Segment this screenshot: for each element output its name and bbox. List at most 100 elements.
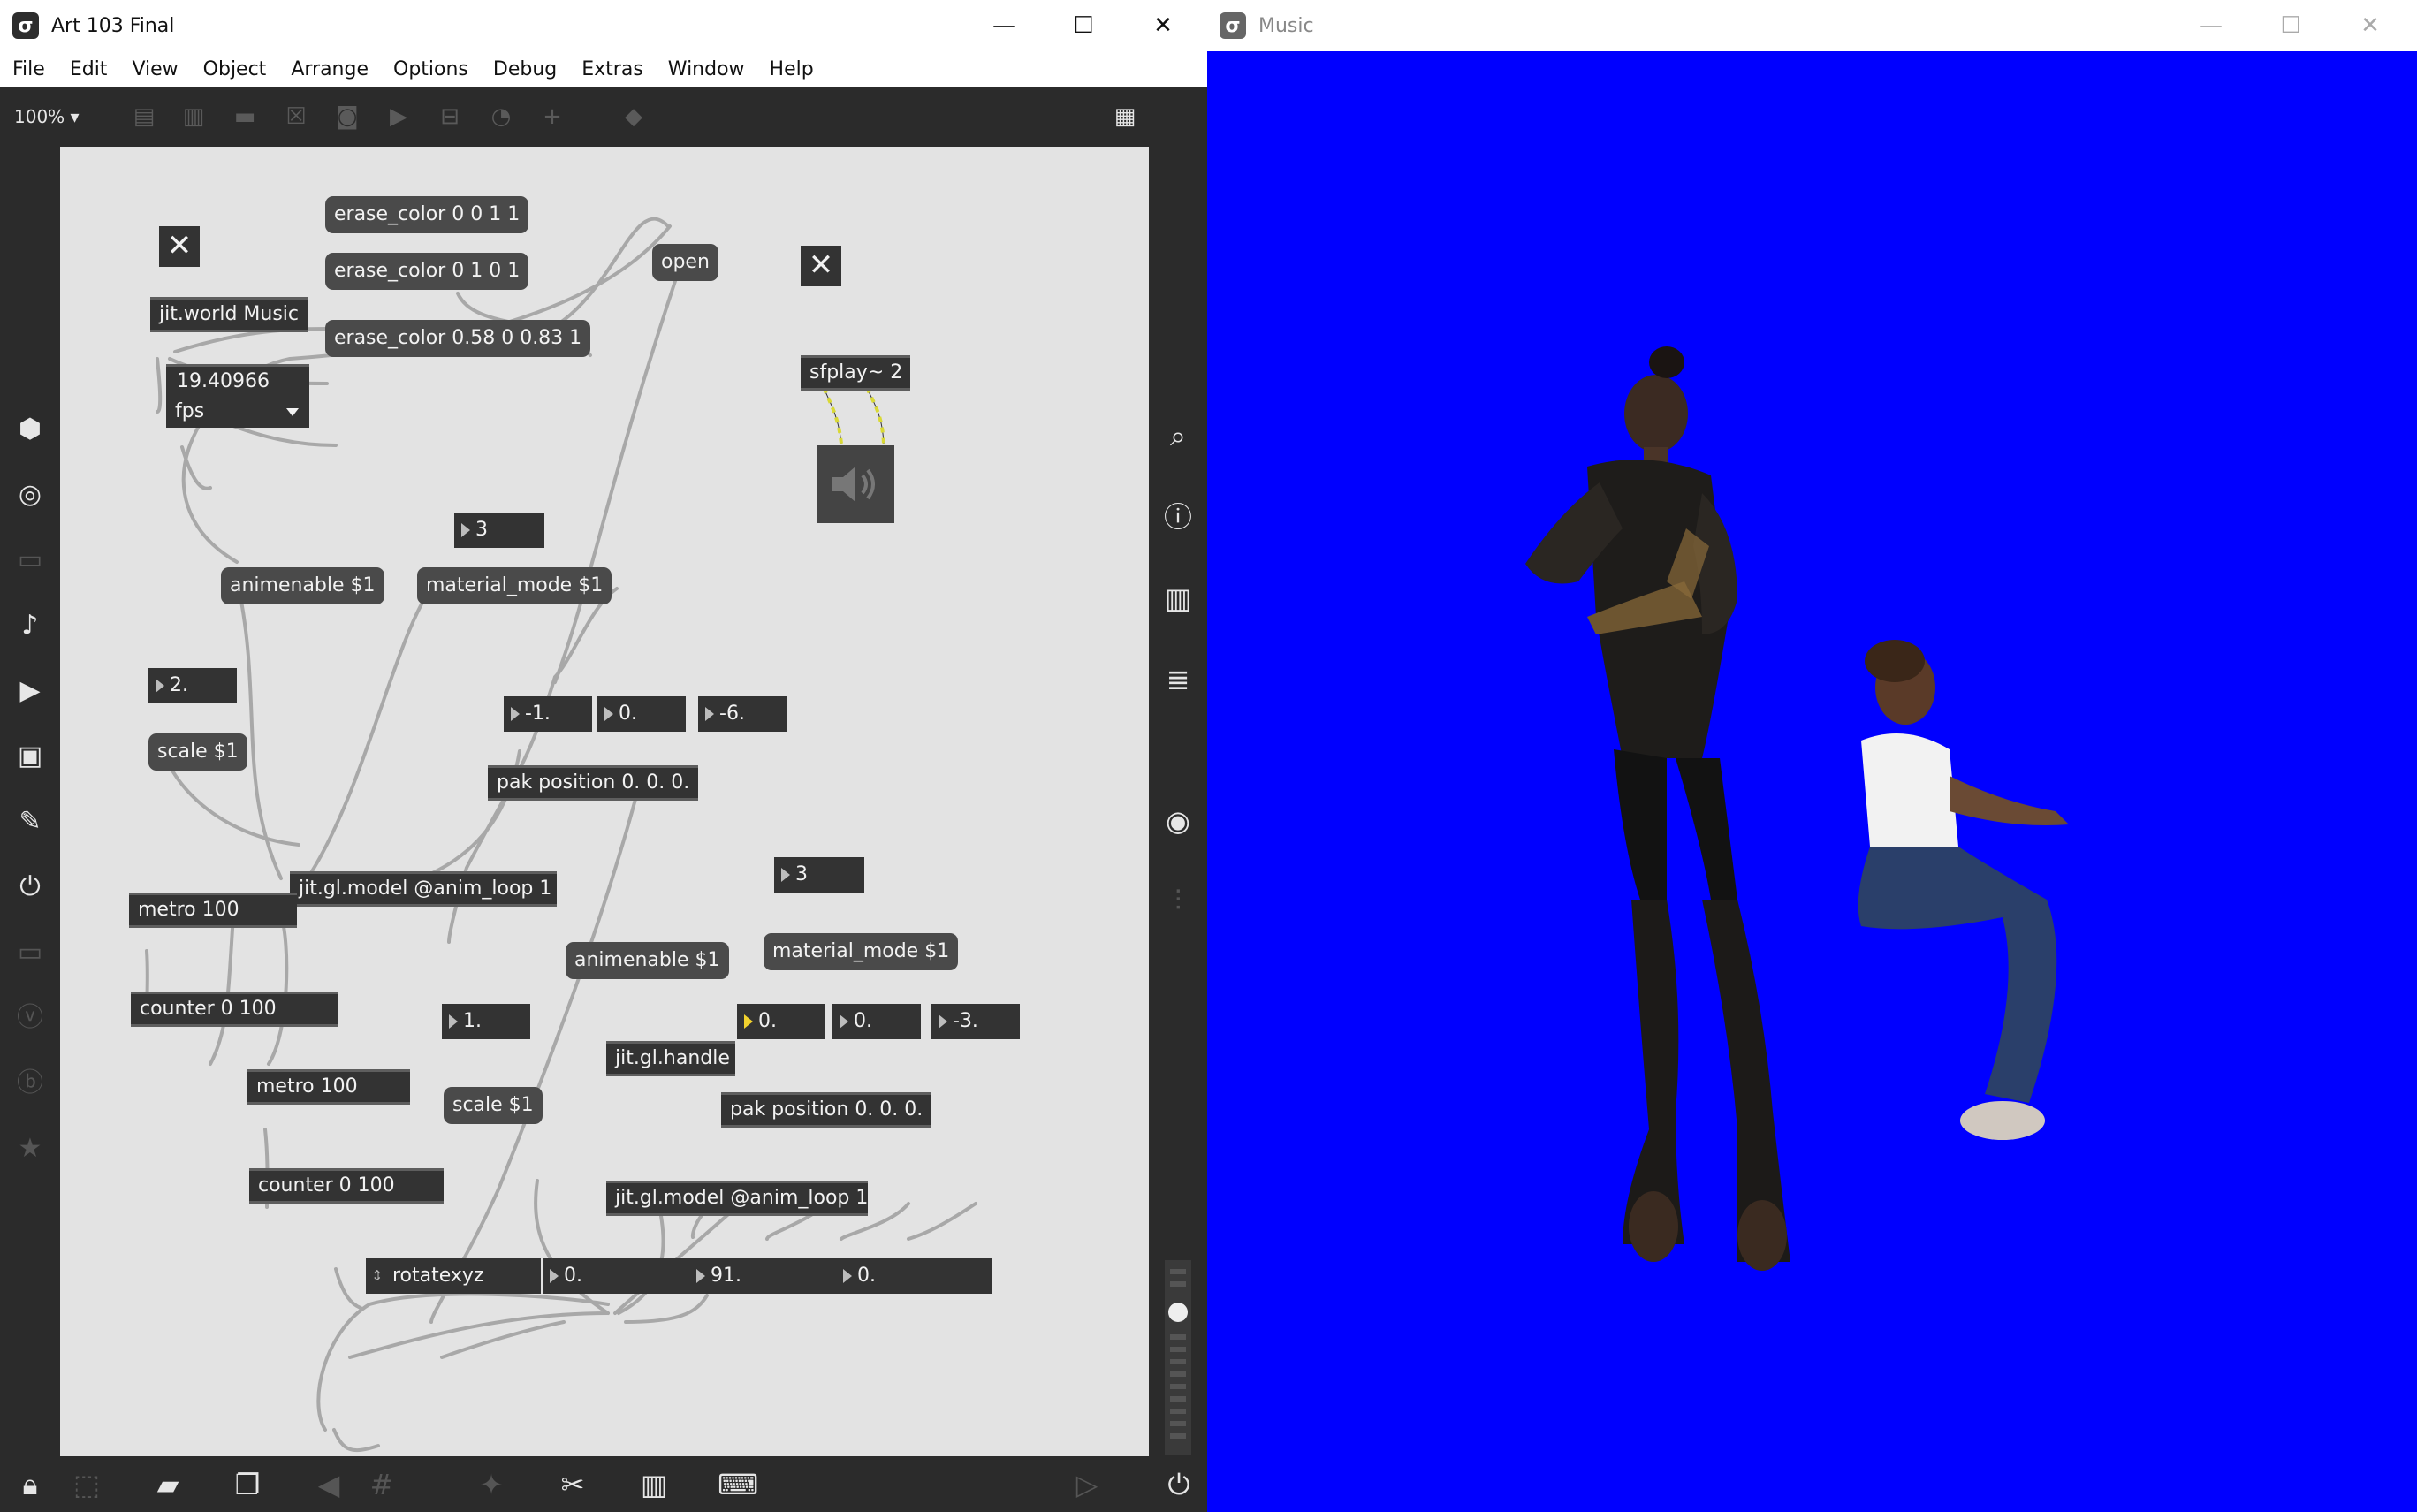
object-jit-world[interactable]: jit.world Music <box>150 297 308 332</box>
keyboard-icon[interactable]: ⌨ <box>718 1465 758 1504</box>
object-metro-a[interactable]: metro 100 <box>129 893 297 928</box>
ezdac-speaker[interactable] <box>817 445 894 523</box>
menu-edit[interactable]: Edit <box>57 58 120 80</box>
menu-fps[interactable]: fps <box>166 396 309 428</box>
number-rot-x[interactable]: 0. <box>543 1258 691 1294</box>
object-counter-a[interactable]: counter 0 100 <box>131 992 338 1027</box>
clipboard-icon[interactable]: ▭ <box>12 543 48 578</box>
message-scale-a[interactable]: scale $1 <box>148 733 247 771</box>
audio-gain-slider[interactable] <box>1165 1260 1191 1455</box>
console-list-icon[interactable]: ≣ <box>1159 661 1197 698</box>
object-jit-gl-model-b[interactable]: jit.gl.model @anim_loop 1 <box>606 1181 868 1216</box>
menu-file[interactable]: File <box>0 58 57 80</box>
zoom-menu[interactable]: 100% ▾ <box>14 106 80 127</box>
add-object-icon[interactable]: + <box>537 103 567 131</box>
menu-arrange[interactable]: Arrange <box>278 58 381 80</box>
number-object-icon[interactable]: ▶ <box>384 103 414 131</box>
slider-knob[interactable] <box>1168 1303 1188 1322</box>
comment-icon[interactable]: ▰ <box>148 1465 187 1504</box>
mixer-icon[interactable]: ⫶ <box>1159 882 1197 919</box>
slider-object-icon[interactable]: ⊟ <box>435 103 465 131</box>
snapshot-camera-icon[interactable]: ◉ <box>1159 802 1197 840</box>
number-pos-x-a[interactable]: -1. <box>504 696 592 732</box>
search-icon[interactable]: ⌕ <box>1159 417 1197 454</box>
grid-icon[interactable]: # <box>362 1465 401 1504</box>
toggle-object-icon[interactable]: ◙ <box>332 103 362 131</box>
mute-icon[interactable]: ◀ <box>309 1465 348 1504</box>
grid-keyboard-icon[interactable]: ▦ <box>1110 103 1140 131</box>
number-scale-a[interactable]: 2. <box>148 668 237 703</box>
number-pos-y-a[interactable]: 0. <box>597 696 686 732</box>
message-animenable-a[interactable]: animenable $1 <box>221 567 384 604</box>
minimize-icon[interactable]: — <box>2176 0 2246 51</box>
reference-book-icon[interactable]: ▥ <box>1159 580 1197 617</box>
lock-icon[interactable]: 🔒︎ <box>11 1465 49 1504</box>
message-material-mode-a[interactable]: material_mode $1 <box>417 567 612 604</box>
message-animenable-b[interactable]: animenable $1 <box>566 942 729 979</box>
new-comment-icon[interactable]: ▬ <box>230 103 260 131</box>
message-scale-b[interactable]: scale $1 <box>444 1087 543 1124</box>
button-object-icon[interactable]: ☒ <box>281 103 311 131</box>
piano-icon[interactable]: ▥ <box>635 1465 673 1504</box>
battery-icon[interactable]: ▭ <box>12 935 48 970</box>
number-material-a[interactable]: 3 <box>454 513 544 548</box>
number-pos-x-b[interactable]: 0. <box>737 1004 825 1039</box>
menu-object[interactable]: Object <box>191 58 279 80</box>
transport-play-icon[interactable]: ▷ <box>1068 1465 1106 1504</box>
number-pos-z-b[interactable]: -3. <box>931 1004 1020 1039</box>
music-note-icon[interactable]: ♪ <box>12 608 48 643</box>
plug-icon[interactable]: ⏻ <box>12 870 48 905</box>
close-icon[interactable]: ✕ <box>1128 0 1198 51</box>
media-icon[interactable]: ▶ <box>12 673 48 709</box>
message-erase-color-green[interactable]: erase_color 0 1 0 1 <box>325 253 529 290</box>
object-pak-position-b[interactable]: pak position 0. 0. 0. <box>721 1092 932 1128</box>
toggle-render[interactable]: ✕ <box>159 226 200 267</box>
patcher-canvas[interactable]: ✕ ✕ erase_color 0 0 1 1 erase_color 0 1 … <box>60 147 1149 1456</box>
object-counter-b[interactable]: counter 0 100 <box>249 1168 444 1204</box>
debug-icon[interactable]: ✦ <box>472 1465 511 1504</box>
number-rot-y[interactable]: 91. <box>689 1258 838 1294</box>
star-icon[interactable]: ★ <box>12 1131 48 1166</box>
menu-view[interactable]: View <box>119 58 190 80</box>
windows-icon[interactable]: ❐ <box>228 1465 267 1504</box>
message-material-mode-b[interactable]: material_mode $1 <box>764 933 959 970</box>
message-open[interactable]: open <box>652 244 718 281</box>
menu-options[interactable]: Options <box>381 58 481 80</box>
maximize-icon[interactable]: ☐ <box>1048 0 1119 51</box>
object-sfplay[interactable]: sfplay~ 2 <box>801 355 910 391</box>
render-canvas[interactable] <box>1207 51 2417 1512</box>
number-pos-z-a[interactable]: -6. <box>698 696 787 732</box>
minimize-icon[interactable]: — <box>969 0 1039 51</box>
menu-debug[interactable]: Debug <box>481 58 569 80</box>
object-jit-gl-model-a[interactable]: jit.gl.model @anim_loop 1 <box>290 871 557 907</box>
number-rot-z[interactable]: 0. <box>836 1258 992 1294</box>
message-erase-color-blue[interactable]: erase_color 0 0 1 1 <box>325 196 529 233</box>
close-icon[interactable]: ✕ <box>2335 0 2406 51</box>
beap-icon[interactable]: ⓑ <box>12 1066 48 1101</box>
new-message-icon[interactable]: ▥ <box>179 103 209 131</box>
vizzie-icon[interactable]: ⓥ <box>12 1000 48 1036</box>
dial-object-icon[interactable]: ◔ <box>486 103 516 131</box>
info-icon[interactable]: ⓘ <box>1159 498 1197 536</box>
target-icon[interactable]: ◎ <box>12 477 48 513</box>
dsp-power-icon[interactable]: ⏻ <box>1159 1465 1198 1504</box>
presentation-mode-icon[interactable]: ⬚ <box>67 1465 106 1504</box>
new-object-icon[interactable]: ▤ <box>129 103 159 131</box>
toggle-play[interactable]: ✕ <box>801 246 841 286</box>
number-scale-b[interactable]: 1. <box>442 1004 530 1039</box>
wrench-icon[interactable]: ✂ <box>553 1465 592 1504</box>
image-icon[interactable]: ▣ <box>12 739 48 774</box>
object-rotatexyz[interactable]: ⇕ rotatexyz <box>366 1258 541 1294</box>
message-erase-color-purple[interactable]: erase_color 0.58 0 0.83 1 <box>325 320 591 357</box>
maximize-icon[interactable]: ☐ <box>2255 0 2326 51</box>
menu-window[interactable]: Window <box>656 58 757 80</box>
paint-bucket-icon[interactable]: ◆ <box>619 103 649 131</box>
menu-extras[interactable]: Extras <box>569 58 656 80</box>
package-icon[interactable]: ⬢ <box>12 412 48 447</box>
object-metro-b[interactable]: metro 100 <box>247 1069 410 1105</box>
object-pak-position-a[interactable]: pak position 0. 0. 0. <box>488 765 699 801</box>
number-pos-y-b[interactable]: 0. <box>832 1004 921 1039</box>
number-material-b[interactable]: 3 <box>774 857 864 893</box>
object-jit-gl-handle[interactable]: jit.gl.handle <box>606 1041 735 1076</box>
paperclip-icon[interactable]: ✎ <box>12 804 48 840</box>
